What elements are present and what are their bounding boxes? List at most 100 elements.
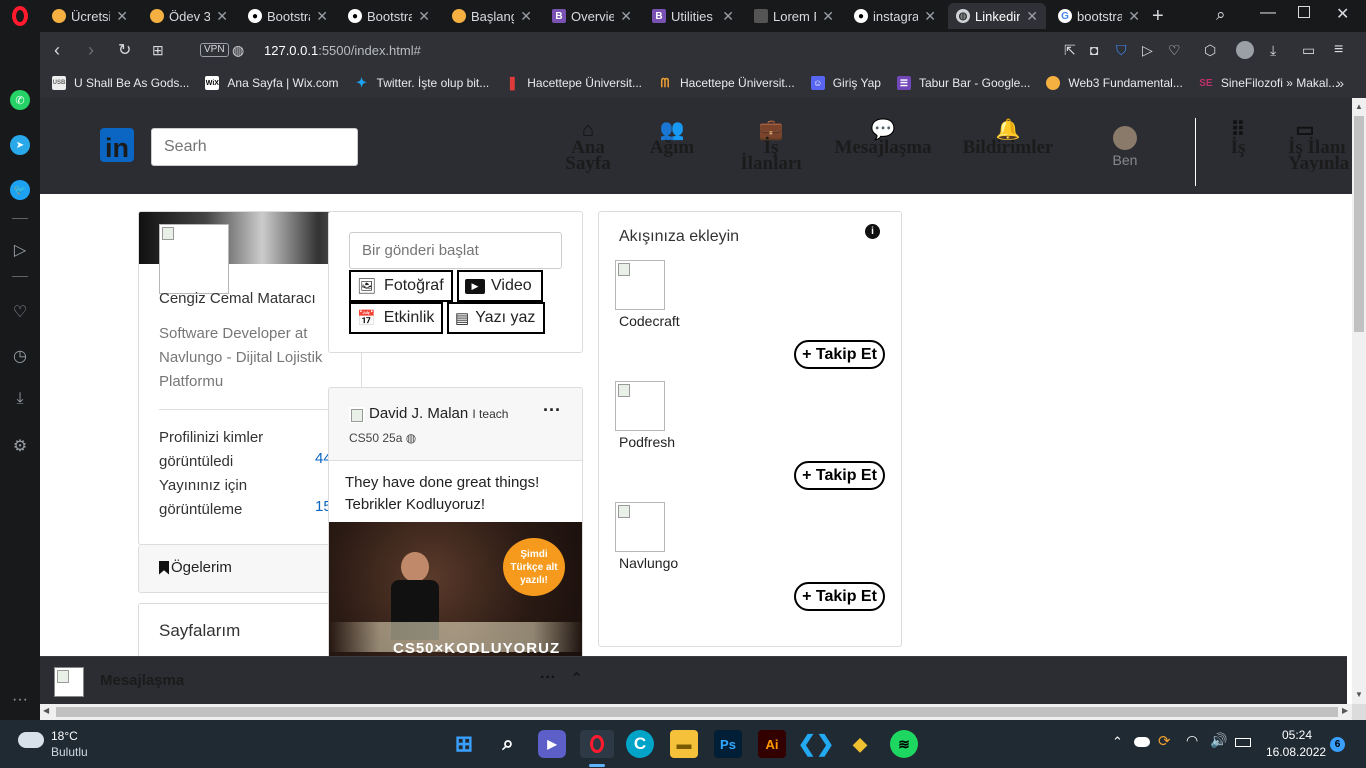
opera-taskbar-icon[interactable]: [580, 730, 614, 758]
whatsapp-icon[interactable]: ✆: [10, 90, 30, 110]
tab-6[interactable]: BOverview✕: [544, 3, 640, 29]
scroll-down-icon[interactable]: ▼: [1355, 690, 1363, 699]
download-icon[interactable]: ⤓: [1270, 42, 1276, 59]
video-button[interactable]: ▶ Video: [457, 270, 543, 302]
tab-9[interactable]: ●instagram✕: [846, 3, 944, 29]
bookmark-5[interactable]: ᗰ Hacettepe Üniversit...: [658, 76, 795, 91]
tab-linkedin-active[interactable]: ◍ Linkedin ✕: [948, 3, 1046, 29]
file-explorer-icon[interactable]: ▬: [670, 730, 698, 758]
settings-icon[interactable]: ⚙: [10, 436, 30, 456]
opera-logo-icon[interactable]: [0, 0, 40, 32]
battery-saver-icon[interactable]: ▭: [1302, 42, 1315, 59]
nav-is[interactable]: ⠿ İş: [1218, 120, 1258, 157]
bookmarks-overflow-icon[interactable]: »: [1336, 75, 1344, 91]
photoshop-icon[interactable]: Ps: [714, 730, 742, 758]
close-icon[interactable]: ✕: [216, 8, 228, 25]
company-name[interactable]: Podfresh: [619, 434, 675, 450]
close-icon[interactable]: ✕: [620, 8, 632, 25]
reload-icon[interactable]: ↻: [118, 40, 131, 60]
extensions-cube-icon[interactable]: ⬡: [1204, 42, 1216, 59]
nav-bildirimler[interactable]: 🔔 Bildirimler: [956, 120, 1060, 157]
wifi-icon[interactable]: ◠: [1186, 732, 1198, 749]
app-icon[interactable]: ◆: [846, 730, 874, 758]
company-name[interactable]: Codecraft: [619, 313, 680, 329]
sync-icon[interactable]: ⟳: [1158, 732, 1171, 750]
nav-ana-sayfa[interactable]: ⌂ Ana Sayfa: [562, 120, 614, 173]
bookmark-8[interactable]: Web3 Fundamental...: [1046, 76, 1183, 90]
close-icon[interactable]: ✕: [520, 8, 532, 25]
post-views-label[interactable]: Yayınınız için görüntüleme: [159, 474, 289, 522]
close-icon[interactable]: ✕: [1128, 8, 1140, 25]
event-button[interactable]: 📅 Etkinlik: [349, 302, 443, 334]
nav-agim[interactable]: 👥 Ağım: [644, 120, 700, 157]
post-more-icon[interactable]: ···: [543, 400, 561, 421]
nav-is-ilanlari[interactable]: 💼 İş İlanları: [732, 120, 810, 173]
close-icon[interactable]: ✕: [822, 8, 834, 25]
company-logo[interactable]: [615, 381, 665, 431]
bookmark-7[interactable]: ☰ Tabur Bar - Google...: [896, 76, 1030, 90]
bookmark-1[interactable]: USB U Shall Be As Gods...: [52, 76, 189, 90]
share-icon[interactable]: ⇱: [1064, 42, 1076, 59]
close-icon[interactable]: ✕: [1026, 8, 1038, 25]
history-icon[interactable]: ◷: [10, 346, 30, 366]
url-field[interactable]: 127.0.0.1:5500/index.html#: [264, 43, 421, 58]
search-input[interactable]: [151, 128, 358, 166]
close-icon[interactable]: ✕: [418, 8, 430, 25]
onedrive-cloud-icon[interactable]: [1134, 737, 1150, 747]
messaging-label[interactable]: Mesajlaşma: [100, 672, 184, 689]
profile-icon[interactable]: [1236, 41, 1254, 59]
photo-button[interactable]: 🖼 Fotoğraf: [349, 270, 453, 302]
vpn-badge[interactable]: VPN: [200, 43, 229, 57]
camera-icon[interactable]: ◘: [1090, 42, 1098, 58]
company-logo[interactable]: [615, 260, 665, 310]
restore-icon[interactable]: [1298, 6, 1310, 18]
heart-icon[interactable]: ♡: [1168, 42, 1181, 59]
scroll-left-icon[interactable]: ◀: [43, 706, 49, 715]
vscode-icon[interactable]: ❮❯: [798, 730, 835, 758]
profile-views-label[interactable]: Profilinizi kimler görüntüledi: [159, 426, 289, 474]
search-tabs-icon[interactable]: ⌕: [1216, 5, 1226, 25]
search-icon[interactable]: ⌕: [494, 730, 522, 758]
info-icon[interactable]: i: [865, 224, 880, 239]
clock-time[interactable]: 05:24: [1266, 728, 1312, 742]
chevron-up-icon[interactable]: ⌃: [570, 669, 583, 689]
forward-icon[interactable]: ›: [88, 40, 94, 61]
weather-temp[interactable]: 18°C: [51, 729, 78, 743]
follow-button[interactable]: + Takip Et: [794, 582, 885, 611]
close-icon[interactable]: ✕: [722, 8, 734, 25]
bookmark-4[interactable]: ❚ Hacettepe Üniversit...: [505, 75, 642, 90]
bookmark-3[interactable]: ✦ Twitter. İşte olup bit...: [355, 75, 489, 90]
illustrator-icon[interactable]: Ai: [758, 730, 786, 758]
linkedin-logo-icon[interactable]: in: [100, 128, 134, 162]
notification-badge[interactable]: 6: [1330, 737, 1345, 752]
write-article-button[interactable]: ▤ Yazı yaz: [447, 302, 545, 334]
close-icon[interactable]: ✕: [316, 8, 328, 25]
menu-icon[interactable]: ≡: [1334, 41, 1343, 59]
profile-name[interactable]: Cengiz Cemal Mataracı: [159, 290, 316, 307]
more-icon[interactable]: ···: [10, 690, 30, 710]
download-icon[interactable]: ⤓: [10, 389, 30, 409]
close-icon[interactable]: ✕: [924, 8, 936, 25]
scroll-thumb[interactable]: [1354, 116, 1364, 332]
tab-11[interactable]: Gbootstrap✕: [1050, 3, 1148, 29]
chevron-up-icon[interactable]: ⌃: [1112, 734, 1123, 750]
bookmark-6[interactable]: ☺ Giriş Yap: [810, 76, 881, 90]
battery-icon[interactable]: [1235, 738, 1251, 747]
tab-5[interactable]: Başlangıç✕: [444, 3, 540, 29]
author-avatar[interactable]: [349, 407, 365, 423]
spotify-icon[interactable]: ≋: [890, 730, 918, 758]
adblock-shield-icon[interactable]: ⛉: [1116, 42, 1127, 59]
nav-is-ilani-yayinla[interactable]: ▭ İş İlanı Yayınla: [1288, 122, 1352, 172]
back-icon[interactable]: ‹: [54, 40, 60, 61]
scroll-right-icon[interactable]: ▶: [1342, 706, 1348, 715]
tab-4[interactable]: ●Bootstrap✕: [340, 3, 438, 29]
cloud-icon[interactable]: [18, 732, 44, 748]
bookmark-2[interactable]: WiX Ana Sayfa | Wix.com: [205, 76, 339, 90]
send-icon[interactable]: ▷: [1142, 42, 1153, 59]
post-author[interactable]: David J. Malan I teach: [369, 405, 508, 422]
bookmark-9[interactable]: SE SineFilozofi » Makal...: [1199, 76, 1338, 90]
chat-icon[interactable]: ▶: [538, 730, 566, 758]
nav-mesajlasma[interactable]: 💬 Mesajlaşma: [828, 120, 938, 157]
telegram-icon[interactable]: ➤: [10, 135, 30, 155]
company-name[interactable]: Navlungo: [619, 555, 678, 571]
